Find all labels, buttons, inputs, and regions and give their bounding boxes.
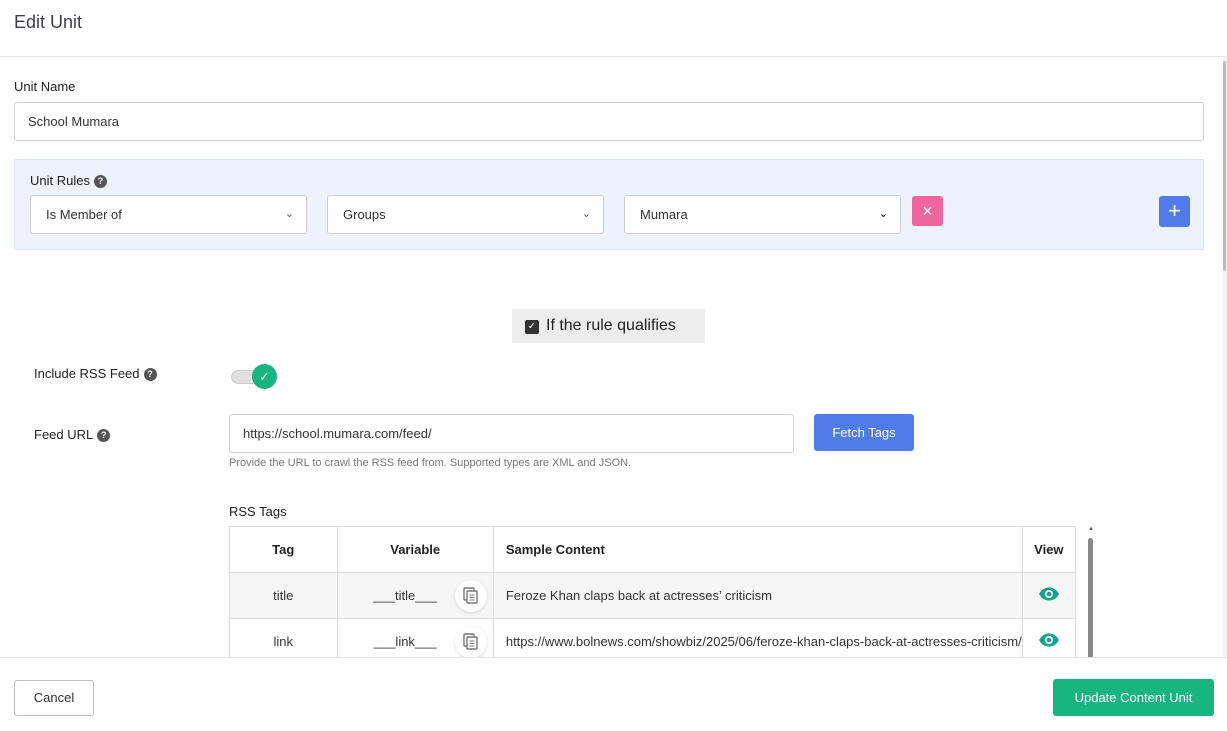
header-tag: Tag	[229, 526, 338, 573]
checkbox-checked-icon[interactable]: ✓	[525, 320, 539, 334]
unit-rules-panel: Unit Rules? Is Member of ⌄ Groups ⌄ Muma…	[14, 159, 1204, 250]
include-rss-label-text: Include RSS Feed	[34, 366, 140, 381]
rule-condition-value: Is Member of	[46, 207, 122, 222]
rule-qualifies-checkbox[interactable]: ✓ If the rule qualifies	[512, 309, 705, 343]
rss-tags-table: Tag Variable Sample Content View title _…	[229, 526, 1077, 657]
sample-content-cell: Feroze Khan claps back at actresses’ cri…	[492, 572, 1023, 619]
cancel-button[interactable]: Cancel	[14, 680, 94, 716]
header-sample-content: Sample Content	[492, 526, 1023, 573]
table-row: title ___title___ Feroze Khan claps back	[229, 572, 1077, 619]
plus-icon: +	[1168, 198, 1181, 223]
feed-url-label: Feed URL?	[34, 427, 111, 442]
variable-text: ___link___	[373, 634, 437, 649]
close-icon: ×	[922, 201, 933, 221]
unit-name-input[interactable]	[14, 102, 1204, 141]
table-header-row: Tag Variable Sample Content View	[229, 526, 1077, 573]
variable-cell: ___title___	[336, 572, 494, 619]
feed-url-input[interactable]	[229, 414, 794, 453]
unit-rules-label: Unit Rules?	[30, 173, 107, 188]
feed-url-hint: Provide the URL to crawl the RSS feed fr…	[229, 457, 632, 469]
modal-body: Unit Name Unit Rules? Is Member of ⌄ Gro…	[0, 57, 1227, 657]
chevron-down-icon: ⌄	[284, 208, 294, 220]
unit-name-label: Unit Name	[14, 79, 76, 94]
modal-scrollbar[interactable]	[1223, 57, 1227, 657]
include-rss-toggle[interactable]: ✓	[231, 364, 277, 390]
copy-variable-button[interactable]	[454, 626, 487, 657]
feed-url-label-text: Feed URL	[34, 427, 94, 442]
chevron-down-icon: ⌄	[581, 208, 591, 220]
modal-scrollbar-thumb[interactable]	[1223, 61, 1226, 271]
check-icon: ✓	[252, 364, 277, 389]
modal-footer: Cancel Update Content Unit	[0, 657, 1227, 731]
eye-icon[interactable]	[1038, 587, 1060, 601]
question-circle-icon[interactable]: ?	[97, 429, 111, 442]
remove-rule-button[interactable]: ×	[912, 196, 943, 226]
rule-field-value: Groups	[343, 207, 386, 222]
rule-qualifies-label: If the rule qualifies	[546, 317, 676, 334]
rule-value-value: Mumara	[640, 207, 688, 222]
rule-value-select[interactable]: Mumara ⌄	[624, 195, 901, 234]
unit-rules-label-text: Unit Rules	[30, 173, 90, 188]
scroll-up-arrow-icon[interactable]: ▲	[1088, 526, 1094, 532]
tag-cell: title	[229, 572, 338, 619]
table-row: link ___link___ https://www.bolnews.com/…	[229, 618, 1077, 657]
fetch-tags-button[interactable]: Fetch Tags	[814, 414, 914, 451]
table-scrollbar[interactable]: ▲	[1087, 526, 1095, 657]
view-cell	[1021, 618, 1077, 657]
rule-condition-select[interactable]: Is Member of ⌄	[30, 195, 307, 234]
rss-tags-label: RSS Tags	[229, 504, 287, 519]
include-rss-label: Include RSS Feed?	[34, 366, 157, 381]
header-variable: Variable	[336, 526, 494, 573]
question-circle-icon[interactable]: ?	[93, 175, 107, 188]
rule-field-select[interactable]: Groups ⌄	[327, 195, 604, 234]
copy-variable-button[interactable]	[454, 580, 487, 612]
chevron-down-icon: ⌄	[878, 208, 888, 220]
header-view: View	[1021, 526, 1077, 573]
modal-title: Edit Unit	[14, 12, 83, 32]
tag-cell: link	[229, 618, 338, 657]
table-scrollbar-thumb[interactable]	[1088, 538, 1093, 657]
view-cell	[1021, 572, 1077, 619]
variable-text: ___title___	[373, 588, 437, 603]
question-circle-icon[interactable]: ?	[143, 368, 157, 381]
eye-icon[interactable]	[1038, 633, 1060, 647]
copy-icon	[463, 587, 478, 604]
modal-header: Edit Unit	[0, 0, 1227, 57]
copy-icon	[463, 633, 478, 650]
add-rule-button[interactable]: +	[1159, 196, 1190, 227]
sample-content-cell: https://www.bolnews.com/showbiz/2025/06/…	[492, 618, 1023, 657]
variable-cell: ___link___	[336, 618, 494, 657]
update-content-unit-button[interactable]: Update Content Unit	[1053, 679, 1214, 716]
